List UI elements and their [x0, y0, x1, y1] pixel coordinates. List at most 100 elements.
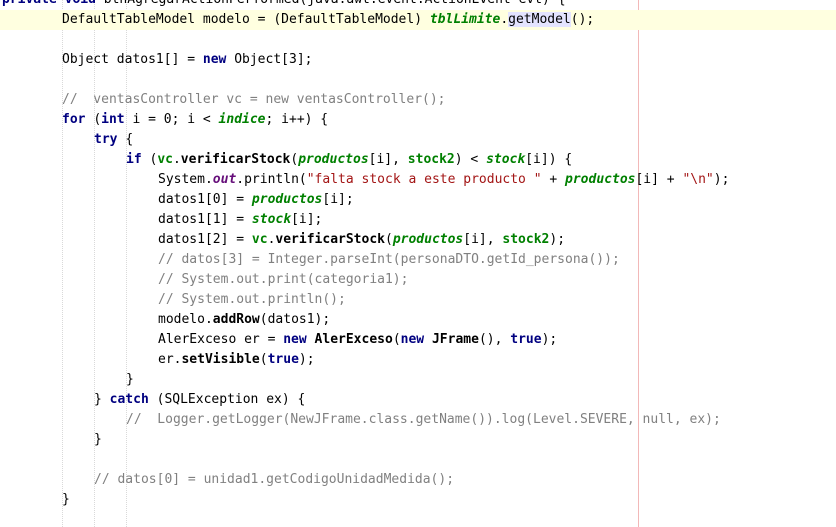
code-token: "falta stock a este producto ": [306, 172, 542, 187]
code-token: if: [126, 152, 150, 167]
code-token: vc: [251, 232, 268, 247]
code-line[interactable]: er.setVisible(true);: [0, 350, 836, 370]
code-token: [i] +: [635, 172, 683, 187]
code-token: ) <: [454, 152, 487, 167]
code-line[interactable]: // datos[0] = unidad1.getCodigoUnidadMed…: [0, 470, 836, 490]
code-line[interactable]: datos1[2] = vc.verificarStock(productos[…: [0, 230, 836, 250]
code-line[interactable]: [0, 70, 836, 90]
code-token: btnAgregarActionPerformed(java.awt.event…: [104, 0, 566, 7]
code-token: catch: [109, 392, 157, 407]
code-token: Object datos1[] =: [62, 52, 203, 67]
code-token: // Logger.getLogger(NewJFrame.class.getN…: [126, 412, 721, 427]
code-token: );: [298, 352, 315, 367]
code-line[interactable]: for (int i = 0; i < indice; i++) {: [0, 110, 836, 130]
code-token: getModel: [508, 12, 571, 27]
code-token: [i];: [291, 212, 323, 227]
code-line[interactable]: [0, 450, 836, 470]
code-line[interactable]: }: [0, 430, 836, 450]
code-token: productos: [565, 172, 636, 187]
code-token: productos: [251, 192, 323, 207]
code-line[interactable]: // System.out.println();: [0, 290, 836, 310]
code-token: modelo.: [158, 312, 213, 327]
code-token: [i],: [463, 232, 503, 247]
code-line[interactable]: // ventasController vc = new ventasContr…: [0, 90, 836, 110]
code-token: verificarStock: [180, 152, 291, 167]
code-token: productos: [392, 232, 464, 247]
code-line[interactable]: DefaultTableModel modelo = (DefaultTable…: [0, 10, 836, 30]
code-token: for: [62, 112, 94, 127]
code-line[interactable]: }: [0, 490, 836, 510]
code-line[interactable]: System.out.println("falta stock a este p…: [0, 170, 836, 190]
code-token: addRow: [212, 312, 260, 327]
code-token: }: [94, 432, 102, 447]
code-line[interactable]: private void btnAgregarActionPerformed(j…: [0, 0, 836, 10]
code-token: );: [541, 332, 558, 347]
code-line[interactable]: try {: [0, 130, 836, 150]
code-token: ();: [570, 12, 595, 27]
code-token: "\n": [682, 172, 714, 187]
code-token: .: [500, 12, 509, 27]
code-token: [i],: [368, 152, 408, 167]
code-token: stock: [251, 212, 292, 227]
code-token: +: [541, 172, 566, 187]
code-token: (: [384, 232, 393, 247]
code-token: new: [283, 332, 315, 347]
code-token: // datos[3] = Integer.parseInt(personaDT…: [158, 252, 620, 267]
code-token: (: [259, 352, 268, 367]
code-token: .: [172, 152, 181, 167]
code-token: vc: [157, 152, 173, 167]
code-token: (datos1);: [259, 312, 331, 327]
code-token: void: [65, 0, 104, 7]
code-line[interactable]: // System.out.print(categoria1);: [0, 270, 836, 290]
code-token: private: [2, 0, 65, 7]
code-token: // ventasController vc = new ventasContr…: [62, 92, 446, 107]
code-token: er.: [158, 352, 182, 367]
code-line[interactable]: datos1[1] = stock[i];: [0, 210, 836, 230]
code-token: JFrame: [431, 332, 479, 347]
code-token: datos1[1] =: [158, 212, 252, 227]
code-line[interactable]: [0, 30, 836, 50]
code-editor[interactable]: private void btnAgregarActionPerformed(j…: [0, 0, 836, 527]
code-token: DefaultTableModel modelo = (DefaultTable…: [62, 12, 430, 27]
code-token: // System.out.println();: [158, 292, 346, 307]
code-token: stock2: [407, 152, 455, 167]
code-token: System.: [158, 172, 213, 187]
code-line[interactable]: } catch (SQLException ex) {: [0, 390, 836, 410]
code-token: productos: [298, 152, 369, 167]
code-token: (),: [478, 332, 511, 347]
code-line[interactable]: }: [0, 370, 836, 390]
code-line[interactable]: Object datos1[] = new Object[3];: [0, 50, 836, 70]
code-token: }: [62, 492, 70, 507]
code-token: ; i++) {: [265, 112, 329, 127]
code-token: setVisible: [181, 352, 260, 367]
code-line[interactable]: datos1[0] = productos[i];: [0, 190, 836, 210]
code-token: );: [713, 172, 730, 187]
code-token: out: [212, 172, 237, 187]
code-line[interactable]: if (vc.verificarStock(productos[i], stoc…: [0, 150, 836, 170]
code-token: // datos[0] = unidad1.getCodigoUnidadMed…: [94, 472, 455, 487]
code-token: datos1[0] =: [158, 192, 252, 207]
code-token: AlerExceso: [314, 332, 393, 347]
code-token: datos1[2] =: [158, 232, 252, 247]
code-token: Object[3];: [234, 52, 313, 67]
code-token: indice: [218, 112, 266, 127]
code-token: try: [94, 132, 126, 147]
code-token: }: [126, 372, 134, 387]
code-token: [i];: [322, 192, 354, 207]
code-token: // System.out.print(categoria1);: [158, 272, 409, 287]
code-token: new: [400, 332, 432, 347]
code-token: AlerExceso er =: [158, 332, 284, 347]
code-token: tblLimite: [429, 12, 501, 27]
code-token: .println(: [236, 172, 307, 187]
code-line[interactable]: AlerExceso er = new AlerExceso(new JFram…: [0, 330, 836, 350]
code-line[interactable]: // datos[3] = Integer.parseInt(personaDT…: [0, 250, 836, 270]
code-token: stock2: [502, 232, 550, 247]
code-token: verificarStock: [275, 232, 385, 247]
code-line[interactable]: // Logger.getLogger(NewJFrame.class.getN…: [0, 410, 836, 430]
code-token: true: [267, 352, 299, 367]
code-token: {: [125, 132, 134, 147]
code-line[interactable]: modelo.addRow(datos1);: [0, 310, 836, 330]
code-token: [i]) {: [525, 152, 573, 167]
code-token: }: [94, 392, 110, 407]
code-token: (SQLException ex) {: [156, 392, 306, 407]
